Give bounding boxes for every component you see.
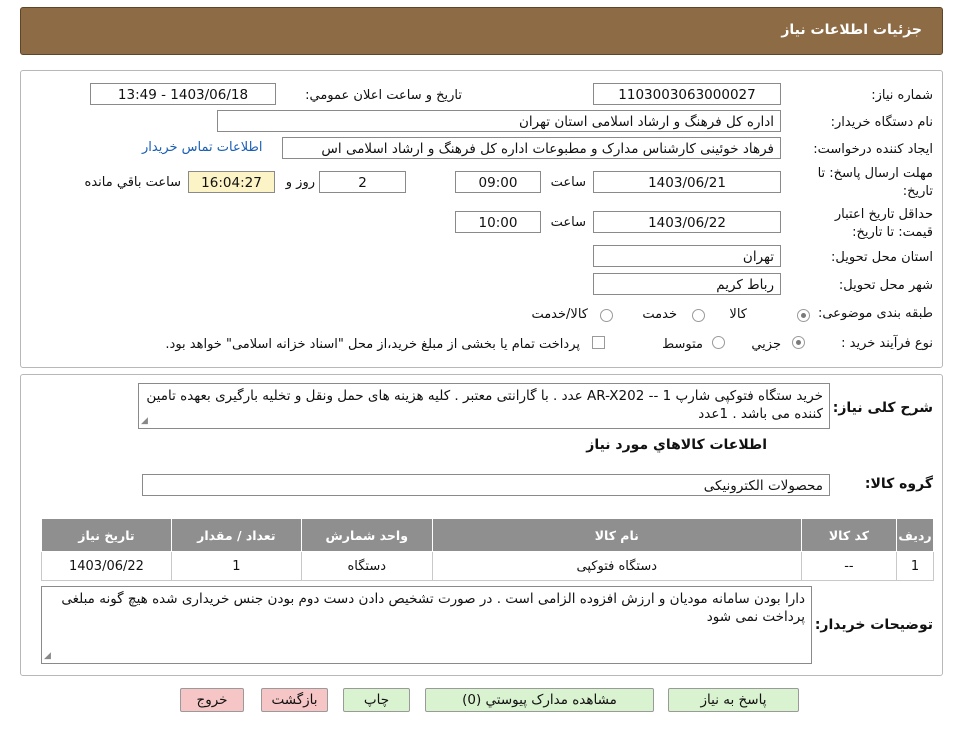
deadline-date-field: 1403/06/21 <box>593 171 781 193</box>
city-label: شهر محل تحویل: <box>838 278 933 293</box>
goods-group-field: محصولات الکترونیکی <box>142 474 830 496</box>
print-button[interactable]: چاپ <box>343 688 410 712</box>
city-field: رباط کریم <box>593 273 781 295</box>
process-label: نوع فرآیند خرید : <box>841 336 933 351</box>
category-radio-goods[interactable] <box>797 309 810 322</box>
need-number-field: 1103003063000027 <box>593 83 781 105</box>
col-unit: واحد شمارش <box>300 518 433 552</box>
buyer-org-label: نام دستگاه خريدار: <box>830 115 933 130</box>
validity-time-field: 10:00 <box>455 211 541 233</box>
view-attachments-button[interactable]: مشاهده مدارک پیوستي (0) <box>425 688 654 712</box>
validity-date-field: 1403/06/22 <box>593 211 781 233</box>
table-row[interactable]: 1 -- دستگاه فتوکپی دستگاه 1 1403/06/22 <box>41 551 935 581</box>
treasury-note: پرداخت تمام یا بخشی از مبلغ خرید،از محل … <box>165 337 580 352</box>
col-item-code: کد کالا <box>800 518 897 552</box>
buyer-notes-textarea[interactable]: دارا بودن سامانه مودیان و ارزش افزوده ال… <box>41 586 812 664</box>
deadline-label: مهلت ارسال پاسخ: تا <box>817 166 933 181</box>
treasury-checkbox[interactable] <box>592 336 605 349</box>
validity-label-2: قیمت: تا تاریخ: <box>852 225 933 240</box>
summary-textarea[interactable]: خرید ستگاه فتوکپی شارپ 1 -- AR-X202 عدد … <box>138 383 830 429</box>
category-option-service: خدمت <box>642 307 677 322</box>
col-need-date: تاريخ نياز <box>41 518 172 552</box>
deadline-time-field: 09:00 <box>455 171 541 193</box>
items-heading: اطلاعات کالاهاي مورد نياز <box>586 437 767 453</box>
process-option-minor: جزیي <box>751 337 781 352</box>
category-label: طبقه بندی موضوعی: <box>817 306 933 321</box>
cell-unit: دستگاه <box>300 551 433 581</box>
validity-label: حداقل تاریخ اعتبار <box>834 207 933 222</box>
resize-grip-icon[interactable]: ◢ <box>44 652 53 661</box>
cell-item-name: دستگاه فتوکپی <box>431 551 802 581</box>
category-radio-goods-service[interactable] <box>600 309 613 322</box>
cell-item-code: -- <box>800 551 897 581</box>
buyer-notes-label: توضیحات خریدار: <box>814 617 933 633</box>
province-label: استان محل تحویل: <box>831 250 933 265</box>
validity-time-label: ساعت <box>550 215 586 230</box>
deadline-label-2: تاریخ: <box>902 184 933 199</box>
remaining-label: ساعت باقي مانده <box>84 175 181 190</box>
back-button[interactable]: بازگشت <box>261 688 328 712</box>
goods-group-label: گروه کالا: <box>864 476 933 492</box>
exit-button[interactable]: خروج <box>180 688 244 712</box>
process-radio-medium[interactable] <box>712 336 725 349</box>
col-item-name: نام کالا <box>431 518 802 552</box>
cell-row-number: 1 <box>895 551 935 581</box>
process-option-medium: متوسط <box>662 337 703 352</box>
table-header-row: رديف کد کالا نام کالا واحد شمارش تعداد /… <box>41 518 935 552</box>
items-table: رديف کد کالا نام کالا واحد شمارش تعداد /… <box>41 518 935 581</box>
remaining-time-field: 16:04:27 <box>188 171 275 193</box>
need-number-label: شماره نیاز: <box>871 88 933 103</box>
deadline-time-label: ساعت <box>550 175 586 190</box>
buyer-notes-text: دارا بودن سامانه مودیان و ارزش افزوده ال… <box>61 591 805 625</box>
col-row-number: رديف <box>895 518 935 552</box>
page-header: جزئیات اطلاعات نیاز <box>20 7 943 55</box>
col-quantity: تعداد / مقدار <box>170 518 302 552</box>
category-radio-service[interactable] <box>692 309 705 322</box>
province-field: تهران <box>593 245 781 267</box>
days-label: روز و <box>285 175 315 190</box>
resize-grip-icon[interactable]: ◢ <box>141 417 150 426</box>
summary-label: شرح کلی نیاز: <box>832 400 933 416</box>
requester-field: فرهاد خوئینی کارشناس مدارک و مطبوعات ادا… <box>282 137 781 159</box>
buyer-org-field: اداره کل فرهنگ و ارشاد اسلامی استان تهرا… <box>217 110 781 132</box>
page-title: جزئیات اطلاعات نیاز <box>781 22 922 38</box>
announce-field: 1403/06/18 - 13:49 <box>90 83 276 105</box>
category-option-goods: کالا <box>729 307 747 322</box>
requester-label: ايجاد کننده درخواست: <box>813 142 933 157</box>
cell-quantity: 1 <box>170 551 302 581</box>
process-radio-minor[interactable] <box>792 336 805 349</box>
announce-label: تاریخ و ساعت اعلان عمومي: <box>305 88 462 103</box>
cell-need-date: 1403/06/22 <box>41 551 172 581</box>
summary-text: خرید ستگاه فتوکپی شارپ 1 -- AR-X202 عدد … <box>146 388 823 422</box>
category-option-goods-service: کالا/خدمت <box>531 307 588 322</box>
reply-button[interactable]: پاسخ به نیاز <box>668 688 799 712</box>
buyer-contact-link[interactable]: اطلاعات تماس خريدار <box>142 140 262 155</box>
days-remaining-field: 2 <box>319 171 406 193</box>
